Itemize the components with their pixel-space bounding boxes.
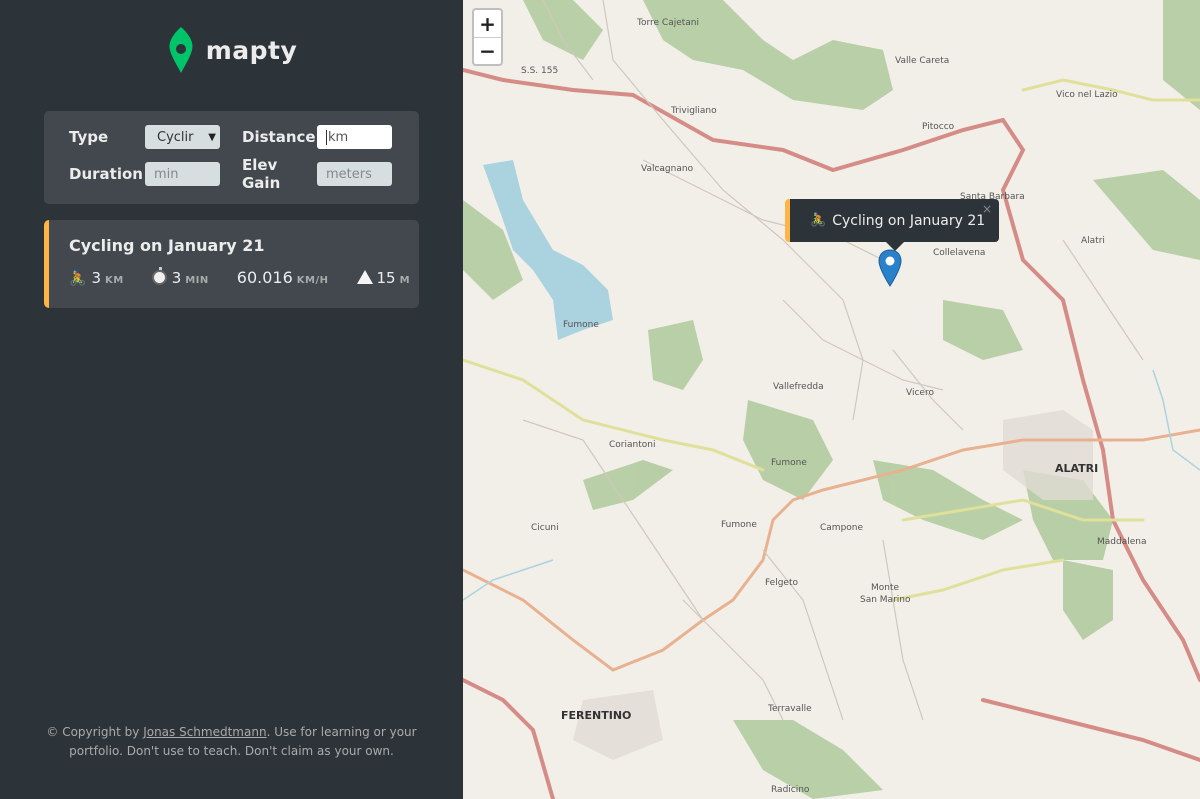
map-label: S.S. 155 (521, 66, 559, 76)
duration-placeholder: min (154, 166, 179, 182)
map-label: Coriantoni (609, 440, 656, 450)
elev-unit: m (399, 275, 411, 286)
duration-label: Duration (69, 165, 143, 183)
type-label: Type (69, 128, 109, 146)
zoom-in-button[interactable]: + (474, 10, 501, 37)
elev-detail: 15 m (356, 269, 411, 287)
distance-detail: 🚴 3 km (69, 269, 124, 287)
text-cursor (326, 129, 327, 145)
map-label: Pitocco (922, 122, 955, 132)
map-label: ALATRI (1055, 462, 1099, 475)
workout-popup[interactable]: 🚴 Cycling on January 21 × (785, 199, 999, 251)
speed-unit: km/h (296, 275, 329, 286)
popup-text: Cycling on January 21 (832, 212, 986, 229)
close-icon[interactable]: × (982, 202, 992, 216)
sidebar: mapty Type Cyclir ▼ Distance km Duration… (0, 0, 463, 799)
cyclist-icon: 🚴 (810, 213, 827, 228)
map-label: Vallefredda (773, 382, 824, 392)
map-pin-logo-icon (169, 27, 193, 73)
workout-title: Cycling on January 21 (69, 236, 265, 255)
app-name: mapty (205, 35, 298, 65)
workout-details: 🚴 3 km 3 min 60.016 km/h 15 m (69, 267, 410, 287)
logo: mapty (44, 24, 419, 76)
distance-placeholder: km (328, 129, 349, 145)
elev-gain-input[interactable]: meters (317, 162, 392, 186)
map-label: Fumone (563, 320, 599, 330)
distance-input[interactable]: km (317, 125, 392, 149)
workout-form: Type Cyclir ▼ Distance km Duration min E… (44, 111, 419, 204)
speed-value: 60.016 (236, 268, 293, 287)
map-label: Maddalena (1097, 537, 1147, 547)
map-label: Vicero (906, 388, 934, 398)
elev-gain-placeholder: meters (326, 166, 372, 182)
map-label: Collelavena (933, 248, 986, 258)
map-label: Felgeto (765, 578, 799, 588)
type-select-value: Cyclir (157, 129, 194, 145)
author-link[interactable]: Jonas Schmedtmann (143, 725, 266, 739)
map-label: FERENTINO (561, 709, 632, 722)
map-label: Fumone (771, 458, 807, 468)
map-label: Radicino (771, 785, 810, 795)
type-select[interactable]: Cyclir ▼ (145, 125, 220, 149)
elev-value: 15 (376, 269, 396, 287)
mountain-icon (356, 270, 373, 284)
map-marker-icon[interactable] (878, 249, 902, 287)
map-label: Terravalle (768, 704, 812, 714)
map-label: Alatri (1081, 236, 1105, 246)
map-label: Cicuni (531, 523, 559, 533)
distance-value: 3 (91, 269, 101, 287)
map-label: Monte (871, 583, 900, 593)
zoom-out-button[interactable]: − (474, 37, 501, 64)
cyclist-icon: 🚴 (69, 271, 87, 287)
speed-detail: 60.016 km/h (237, 268, 329, 287)
duration-detail: 3 min (151, 267, 209, 287)
distance-label: Distance (242, 128, 316, 146)
map-label: San Marino (860, 595, 911, 605)
chevron-down-icon: ▼ (208, 131, 216, 143)
map-label: Torre Cajetani (637, 18, 700, 28)
map-label: Campone (820, 523, 864, 533)
copyright: © Copyright by Jonas Schmedtmann. Use fo… (44, 723, 419, 761)
copyright-prefix: © Copyright by (46, 725, 144, 739)
map-label: Valle Careta (895, 56, 950, 66)
map[interactable]: Torre Cajetani S.S. 155 Vico nel Lazio V… (463, 0, 1200, 799)
map-label: Valcagnano (641, 164, 694, 174)
duration-value: 3 (171, 269, 182, 287)
elev-gain-label: Elev Gain (242, 156, 281, 192)
map-tiles[interactable] (463, 0, 1200, 799)
duration-unit: min (185, 275, 209, 286)
stopwatch-icon (151, 267, 167, 285)
map-label: Fumone (721, 520, 757, 530)
zoom-control: + − (472, 8, 503, 66)
distance-unit: km (104, 275, 124, 286)
duration-input[interactable]: min (145, 162, 220, 186)
workout-item-cycling[interactable]: Cycling on January 21 🚴 3 km 3 min 60.01… (44, 220, 419, 308)
map-label: Trivigliano (671, 106, 717, 116)
map-label: Vico nel Lazio (1056, 90, 1118, 100)
